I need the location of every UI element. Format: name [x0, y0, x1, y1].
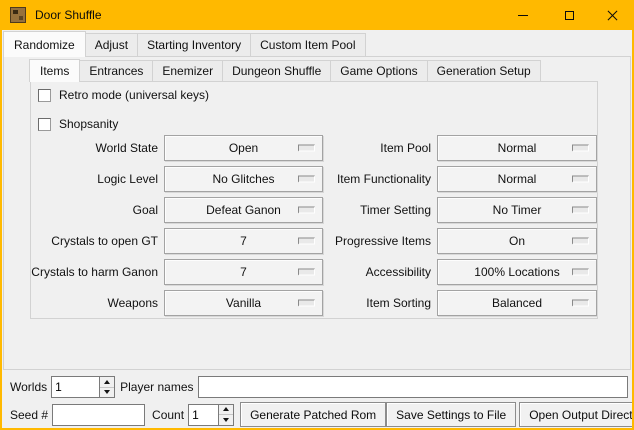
- tab-dungeon-shuffle[interactable]: Dungeon Shuffle: [222, 60, 331, 81]
- crystals-ganon-label: Crystals to harm Ganon: [32, 259, 158, 285]
- retro-mode-checkbox-row[interactable]: Retro mode (universal keys): [38, 88, 597, 102]
- item-sorting-dropdown[interactable]: Balanced: [437, 290, 597, 316]
- close-button[interactable]: [592, 0, 632, 30]
- arrow-up-icon: [104, 380, 110, 384]
- items-tab-frame: Retro mode (universal keys) Shopsanity W…: [30, 81, 598, 319]
- open-output-directory-button[interactable]: Open Output Directory: [519, 402, 634, 427]
- maximize-button[interactable]: [546, 0, 592, 30]
- count-input[interactable]: [189, 405, 218, 425]
- goal-dropdown[interactable]: Defeat Ganon: [164, 197, 323, 223]
- player-names-input[interactable]: [198, 376, 629, 398]
- shopsanity-checkbox[interactable]: [38, 118, 51, 131]
- window-title: Door Shuffle: [35, 8, 102, 22]
- player-names-label: Player names: [120, 380, 193, 394]
- count-spinner-arrows: [218, 405, 233, 425]
- dropdown-indicator-icon: [298, 238, 315, 245]
- door-icon: [10, 7, 26, 23]
- timer-setting-dropdown[interactable]: No Timer: [437, 197, 597, 223]
- settings-grid: World State Open Item Pool Normal Logic …: [32, 135, 597, 316]
- accessibility-dropdown[interactable]: 100% Locations: [437, 259, 597, 285]
- progressive-items-label: Progressive Items: [329, 228, 431, 254]
- randomize-tab-frame: Items Entrances Enemizer Dungeon Shuffle…: [3, 56, 631, 370]
- goal-label: Goal: [32, 197, 158, 223]
- worlds-spinner[interactable]: [51, 376, 115, 398]
- dropdown-indicator-icon: [572, 238, 589, 245]
- titlebar: Door Shuffle: [2, 0, 632, 30]
- tab-generation-setup[interactable]: Generation Setup: [427, 60, 541, 81]
- worlds-label: Worlds: [10, 380, 47, 394]
- accessibility-label: Accessibility: [329, 259, 431, 285]
- count-spinner[interactable]: [188, 404, 234, 426]
- dropdown-indicator-icon: [572, 176, 589, 183]
- dropdown-indicator-icon: [298, 207, 315, 214]
- spin-up-button[interactable]: [100, 377, 114, 388]
- tab-entrances[interactable]: Entrances: [79, 60, 153, 81]
- dropdown-indicator-icon: [298, 300, 315, 307]
- dropdown-indicator-icon: [298, 269, 315, 276]
- item-functionality-label: Item Functionality: [329, 166, 431, 192]
- generate-patched-rom-button[interactable]: Generate Patched Rom: [240, 402, 386, 427]
- arrow-up-icon: [223, 407, 229, 411]
- logic-level-dropdown[interactable]: No Glitches: [164, 166, 323, 192]
- worlds-row: Worlds Player names: [10, 376, 628, 398]
- weapons-dropdown[interactable]: Vanilla: [164, 290, 323, 316]
- timer-setting-label: Timer Setting: [329, 197, 431, 223]
- tab-adjust[interactable]: Adjust: [85, 33, 138, 56]
- crystals-ganon-dropdown[interactable]: 7: [164, 259, 323, 285]
- shopsanity-label: Shopsanity: [59, 117, 118, 131]
- save-settings-button[interactable]: Save Settings to File: [386, 402, 516, 427]
- shopsanity-checkbox-row[interactable]: Shopsanity: [38, 117, 597, 131]
- dropdown-indicator-icon: [298, 176, 315, 183]
- tab-game-options[interactable]: Game Options: [330, 60, 427, 81]
- spin-down-button[interactable]: [100, 388, 114, 398]
- tab-enemizer[interactable]: Enemizer: [152, 60, 223, 81]
- arrow-down-icon: [104, 390, 110, 394]
- inner-tab-bar: Items Entrances Enemizer Dungeon Shuffle…: [29, 58, 630, 81]
- tab-starting-inventory[interactable]: Starting Inventory: [137, 33, 251, 56]
- app-window: Door Shuffle Randomize Adjust Starting I…: [0, 0, 634, 430]
- minimize-button[interactable]: [500, 0, 546, 30]
- dropdown-indicator-icon: [572, 300, 589, 307]
- seed-label: Seed #: [10, 408, 48, 422]
- close-icon: [607, 10, 618, 21]
- weapons-label: Weapons: [32, 290, 158, 316]
- tab-randomize[interactable]: Randomize: [3, 31, 86, 57]
- count-label: Count: [152, 408, 184, 422]
- outer-tab-bar: Randomize Adjust Starting Inventory Cust…: [2, 30, 632, 56]
- bottom-panel: Worlds Player names Seed # Count: [2, 376, 632, 430]
- spin-down-button[interactable]: [219, 415, 233, 425]
- crystals-gt-label: Crystals to open GT: [32, 228, 158, 254]
- tab-custom-item-pool[interactable]: Custom Item Pool: [250, 33, 365, 56]
- dropdown-indicator-icon: [572, 207, 589, 214]
- dropdown-indicator-icon: [572, 145, 589, 152]
- item-pool-dropdown[interactable]: Normal: [437, 135, 597, 161]
- maximize-icon: [565, 11, 574, 20]
- retro-mode-checkbox[interactable]: [38, 89, 51, 102]
- spin-up-button[interactable]: [219, 405, 233, 416]
- progressive-items-dropdown[interactable]: On: [437, 228, 597, 254]
- logic-level-label: Logic Level: [32, 166, 158, 192]
- worlds-spinner-arrows: [99, 377, 114, 397]
- retro-mode-label: Retro mode (universal keys): [59, 88, 209, 102]
- world-state-label: World State: [32, 135, 158, 161]
- seed-row: Seed # Count Generate Patched Rom Save S…: [10, 402, 628, 427]
- minimize-icon: [518, 15, 528, 16]
- item-sorting-label: Item Sorting: [329, 290, 431, 316]
- dropdown-indicator-icon: [298, 145, 315, 152]
- tab-items[interactable]: Items: [29, 59, 80, 82]
- dropdown-indicator-icon: [572, 269, 589, 276]
- worlds-input[interactable]: [52, 377, 99, 397]
- crystals-gt-dropdown[interactable]: 7: [164, 228, 323, 254]
- item-pool-label: Item Pool: [329, 135, 431, 161]
- item-functionality-dropdown[interactable]: Normal: [437, 166, 597, 192]
- seed-input[interactable]: [52, 404, 145, 426]
- window-controls: [500, 0, 632, 30]
- arrow-down-icon: [223, 418, 229, 422]
- world-state-dropdown[interactable]: Open: [164, 135, 323, 161]
